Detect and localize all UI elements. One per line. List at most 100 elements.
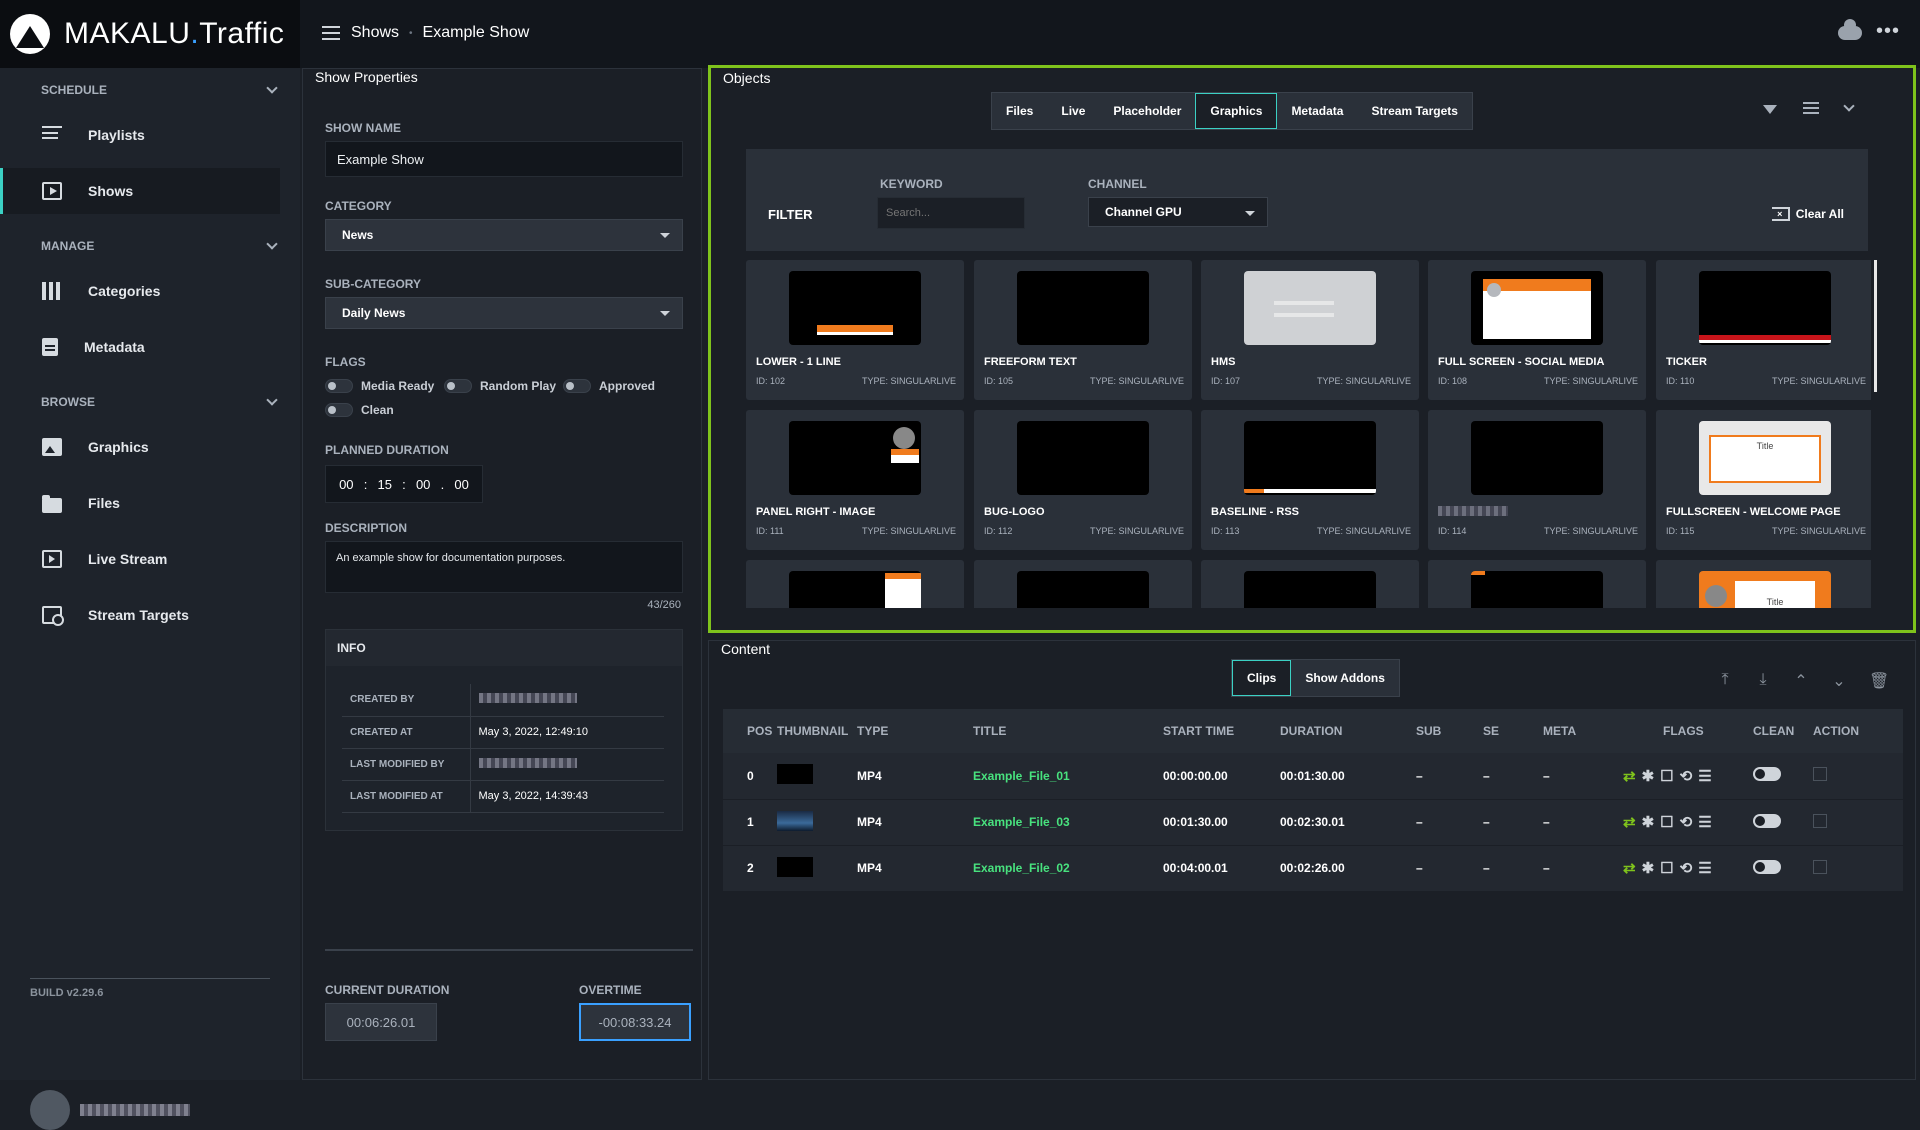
move-top-icon[interactable]: ⤒ [1717, 671, 1733, 691]
col-pos[interactable]: POS [723, 709, 777, 753]
clip-title-link[interactable]: Example_File_01 [973, 769, 1070, 783]
clip-title-link[interactable]: Example_File_03 [973, 815, 1070, 829]
tab-show-addons[interactable]: Show Addons [1291, 660, 1399, 696]
asterisk-icon[interactable]: ✱ [1642, 859, 1655, 877]
seconds-field[interactable]: 00 [416, 477, 430, 492]
sidebar-item-stream-targets[interactable]: Stream Targets [0, 592, 280, 638]
move-up-icon[interactable]: ⌃ [1793, 671, 1809, 691]
tab-clips[interactable]: Clips [1232, 660, 1292, 696]
list-view-icon[interactable] [1803, 102, 1819, 114]
clean-toggle[interactable] [1753, 859, 1781, 874]
col-duration[interactable]: DURATION [1280, 709, 1416, 753]
tab-live[interactable]: Live [1047, 93, 1099, 129]
list-icon[interactable]: ☰ [1698, 859, 1711, 877]
flag-media-ready[interactable]: Media Ready [325, 379, 434, 393]
tab-files[interactable]: Files [992, 93, 1047, 129]
graphic-card[interactable] [1201, 560, 1419, 608]
loop-icon[interactable]: ⟲ [1680, 813, 1693, 831]
toggle-switch[interactable] [325, 403, 353, 417]
move-bottom-icon[interactable]: ⤓ [1755, 671, 1771, 691]
square-icon[interactable]: ☐ [1660, 859, 1673, 877]
asterisk-icon[interactable]: ✱ [1642, 813, 1655, 831]
list-icon[interactable]: ☰ [1698, 813, 1711, 831]
graphic-card[interactable]: PANEL RIGHT - IMAGE ID: 111 TYPE: SINGUL… [746, 410, 964, 550]
col-sub[interactable]: SUB [1416, 709, 1483, 753]
swap-icon[interactable]: ⇄ [1623, 859, 1636, 877]
sidebar-item-categories[interactable]: Categories [0, 268, 280, 314]
sidebar-item-shows[interactable]: Shows [0, 168, 280, 214]
cloud-icon[interactable] [1837, 19, 1862, 40]
tab-graphics[interactable]: Graphics [1195, 93, 1278, 129]
loop-icon[interactable]: ⟲ [1680, 767, 1693, 785]
filter-icon[interactable] [1763, 105, 1777, 114]
col-thumbnail[interactable]: THUMBNAIL [777, 709, 857, 753]
swap-icon[interactable]: ⇄ [1623, 767, 1636, 785]
table-row[interactable]: 1 MP4 Example_File_03 00:01:30.00 00:02:… [723, 799, 1903, 846]
graphic-card[interactable]: Title FULLSCREEN - WELCOME PAGE ID: 115 … [1656, 410, 1871, 550]
col-meta[interactable]: META [1543, 709, 1623, 753]
hours-field[interactable]: 00 [339, 477, 353, 492]
breadcrumb-shows[interactable]: Shows [351, 24, 399, 42]
col-action[interactable]: ACTION [1813, 709, 1903, 753]
graphic-card[interactable]: HMS ID: 107 TYPE: SINGULARLIVE [1201, 260, 1419, 400]
user-profile[interactable] [30, 1090, 190, 1130]
row-checkbox[interactable] [1813, 767, 1827, 782]
section-browse[interactable]: BROWSE [0, 380, 300, 424]
graphic-card[interactable]: Title [1656, 560, 1871, 608]
table-row[interactable]: 0 MP4 Example_File_01 00:00:00.00 00:01:… [723, 753, 1903, 800]
app-logo[interactable]: MAKALU.Traffic [0, 0, 300, 68]
swap-icon[interactable]: ⇄ [1623, 813, 1636, 831]
table-row[interactable]: 2 MP4 Example_File_02 00:04:00.01 00:02:… [723, 845, 1903, 892]
keyword-search-input[interactable] [877, 197, 1025, 229]
description-textarea[interactable]: An example show for documentation purpos… [325, 541, 683, 593]
section-schedule[interactable]: SCHEDULE [0, 68, 300, 112]
grid-scrollbar[interactable] [1874, 260, 1877, 392]
hamburger-menu-icon[interactable] [322, 26, 340, 40]
graphic-card[interactable] [1428, 560, 1646, 608]
subcategory-select[interactable]: Daily News [325, 297, 683, 329]
flag-approved[interactable]: Approved [563, 379, 655, 393]
list-icon[interactable]: ☰ [1698, 767, 1711, 785]
sidebar-item-live-stream[interactable]: Live Stream [0, 536, 280, 582]
sidebar-item-graphics[interactable]: Graphics [0, 424, 280, 470]
more-options-icon[interactable]: ••• [1876, 21, 1900, 41]
graphic-card[interactable]: BASELINE - RSS ID: 113 TYPE: SINGULARLIV… [1201, 410, 1419, 550]
show-name-input[interactable]: Example Show [325, 141, 683, 177]
graphic-card[interactable]: FREEFORM TEXT ID: 105 TYPE: SINGULARLIVE [974, 260, 1192, 400]
graphic-card[interactable] [746, 560, 964, 608]
col-flags[interactable]: FLAGS [1623, 709, 1753, 753]
clip-title-link[interactable]: Example_File_02 [973, 861, 1070, 875]
col-title[interactable]: TITLE [973, 709, 1163, 753]
col-type[interactable]: TYPE [857, 709, 973, 753]
toggle-switch[interactable] [444, 379, 472, 393]
graphic-card[interactable]: TICKER ID: 110 TYPE: SINGULARLIVE [1656, 260, 1871, 400]
row-checkbox[interactable] [1813, 859, 1827, 874]
square-icon[interactable]: ☐ [1660, 813, 1673, 831]
toggle-switch[interactable] [563, 379, 591, 393]
flag-clean[interactable]: Clean [325, 403, 394, 417]
sidebar-item-metadata[interactable]: Metadata [0, 324, 280, 370]
planned-duration-input[interactable]: 00: 15: 00. 00 [325, 465, 483, 503]
category-select[interactable]: News [325, 219, 683, 251]
trash-icon[interactable]: 🗑 [1869, 671, 1889, 691]
loop-icon[interactable]: ⟲ [1680, 859, 1693, 877]
graphic-card[interactable]: ID: 114 TYPE: SINGULARLIVE [1428, 410, 1646, 550]
clear-all-button[interactable]: × Clear All [1771, 207, 1844, 221]
square-icon[interactable]: ☐ [1660, 767, 1673, 785]
asterisk-icon[interactable]: ✱ [1642, 767, 1655, 785]
section-manage[interactable]: MANAGE [0, 224, 300, 268]
tab-stream-targets[interactable]: Stream Targets [1357, 93, 1471, 129]
toggle-switch[interactable] [325, 379, 353, 393]
graphic-card[interactable] [974, 560, 1192, 608]
col-clean[interactable]: CLEAN [1753, 709, 1813, 753]
col-se[interactable]: SE [1483, 709, 1543, 753]
graphic-card[interactable]: FULL SCREEN - SOCIAL MEDIA ID: 108 TYPE:… [1428, 260, 1646, 400]
tab-metadata[interactable]: Metadata [1277, 93, 1357, 129]
row-checkbox[interactable] [1813, 813, 1827, 828]
graphic-card[interactable]: LOWER - 1 LINE ID: 102 TYPE: SINGULARLIV… [746, 260, 964, 400]
tab-placeholder[interactable]: Placeholder [1099, 93, 1195, 129]
col-start-time[interactable]: START TIME [1163, 709, 1280, 753]
channel-select[interactable]: Channel GPU [1088, 197, 1268, 227]
sidebar-item-playlists[interactable]: Playlists [0, 112, 280, 158]
clean-toggle[interactable] [1753, 767, 1781, 782]
